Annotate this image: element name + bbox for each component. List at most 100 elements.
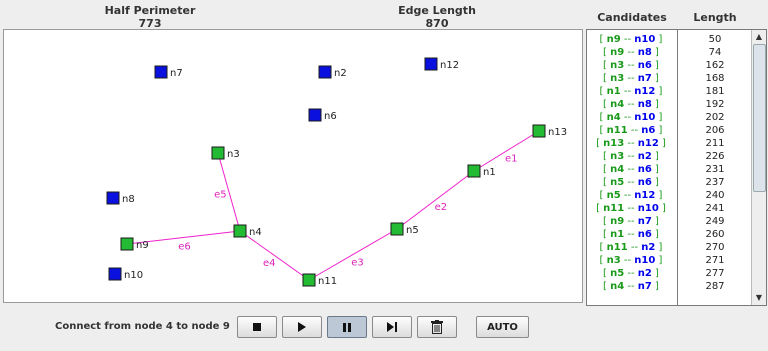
candidate-from: n4 — [606, 112, 621, 123]
candidate-length: 260 — [705, 229, 725, 240]
candidate-to: n6 — [637, 60, 652, 71]
candidate-length: 240 — [705, 190, 725, 201]
candidate-length: 74 — [708, 47, 722, 58]
node-n3[interactable] — [211, 146, 225, 160]
candidate-length: 231 — [705, 164, 725, 175]
candidate-from: n5 — [610, 177, 625, 188]
edge-label-e3: e3 — [351, 257, 364, 268]
node-n4[interactable] — [233, 224, 247, 238]
candidate-from: n9 — [610, 47, 625, 58]
node-n13[interactable] — [532, 124, 546, 138]
list-item[interactable]: [ n3 -- n7 ] 168 — [587, 72, 751, 85]
node-label-n12: n12 — [440, 60, 459, 71]
list-item[interactable]: [ n1 -- n6 ] 260 — [587, 228, 751, 241]
play-button[interactable] — [282, 316, 322, 338]
candidate-to: n10 — [634, 255, 656, 266]
delete-button[interactable] — [417, 316, 457, 338]
node-label-n2: n2 — [334, 68, 347, 79]
auto-button[interactable]: AUTO — [476, 316, 529, 338]
list-item[interactable]: [ n5 -- n6 ] 237 — [587, 176, 751, 189]
list-item[interactable]: [ n4 -- n8 ] 192 — [587, 98, 751, 111]
half-perimeter-header: Half Perimeter 773 — [90, 4, 210, 30]
edge-e1 — [473, 130, 540, 172]
stop-button[interactable] — [237, 316, 277, 338]
node-label-n11: n11 — [318, 276, 337, 287]
list-item[interactable]: [ n11 -- n2 ] 270 — [587, 241, 751, 254]
scroll-up-icon[interactable]: ▲ — [752, 31, 766, 43]
candidate-to: n10 — [637, 203, 659, 214]
vertical-scrollbar[interactable]: ▲ ▼ — [751, 30, 766, 305]
node-n6[interactable] — [308, 108, 322, 122]
graph-svg: e1 e2 e3 e4 e5 e6 n7 n2 n12 n6 n3 n13 n1 n8 n9 n4 n5 n10 n… — [106, 57, 567, 287]
node-label-n8: n8 — [122, 194, 135, 205]
candidate-length: 192 — [705, 99, 725, 110]
node-label-n9: n9 — [136, 240, 149, 251]
scroll-down-icon[interactable]: ▼ — [752, 292, 766, 304]
list-item[interactable]: [ n4 -- n10 ] 202 — [587, 111, 751, 124]
list-item[interactable]: [ n5 -- n12 ] 240 — [587, 189, 751, 202]
node-n11[interactable] — [302, 273, 316, 287]
pause-button[interactable] — [327, 316, 367, 338]
list-item[interactable]: [ n9 -- n7 ] 249 — [587, 215, 751, 228]
candidate-to: n7 — [637, 216, 652, 227]
edge-label-e1: e1 — [505, 154, 518, 165]
node-n8[interactable] — [106, 191, 120, 205]
node-n10[interactable] — [108, 267, 122, 281]
candidate-from: n3 — [606, 255, 621, 266]
candidate-to: n8 — [637, 99, 652, 110]
candidate-from: n5 — [610, 268, 625, 279]
candidate-pair: [ n9 -- n7 ] — [603, 216, 659, 227]
candidate-from: n11 — [606, 242, 628, 253]
candidate-length: 249 — [705, 216, 725, 227]
list-item[interactable]: [ n4 -- n6 ] 231 — [587, 163, 751, 176]
candidate-to: n6 — [637, 229, 652, 240]
candidate-length: 202 — [705, 112, 725, 123]
candidate-pair: [ n4 -- n8 ] — [603, 99, 659, 110]
node-n1[interactable] — [467, 164, 481, 178]
list-item[interactable]: [ n3 -- n6 ] 162 — [587, 59, 751, 72]
graph-canvas[interactable]: e1 e2 e3 e4 e5 e6 n7 n2 n12 n6 n3 n13 n1 n8 n9 n4 n5 n10 n… — [3, 29, 583, 303]
play-icon — [298, 322, 306, 332]
list-item[interactable]: [ n3 -- n10 ] 271 — [587, 254, 751, 267]
step-forward-button[interactable] — [372, 316, 412, 338]
node-n5[interactable] — [390, 222, 404, 236]
candidate-to: n7 — [637, 73, 652, 84]
scroll-thumb[interactable] — [753, 44, 766, 192]
list-item[interactable]: [ n11 -- n10 ] 241 — [587, 202, 751, 215]
candidates-list[interactable]: [ n9 -- n10 ] 50[ n9 -- n8 ] 74[ n3 -- n6 … — [586, 29, 767, 306]
candidate-pair: [ n9 -- n10 ] — [599, 34, 663, 45]
status-message: Connect from node 4 to node 9 — [55, 321, 230, 332]
candidate-length: 277 — [705, 268, 725, 279]
node-label-n4: n4 — [249, 227, 262, 238]
candidate-pair: [ n11 -- n2 ] — [599, 242, 663, 253]
edge-e2 — [396, 170, 475, 230]
candidate-from: n3 — [610, 151, 625, 162]
list-item[interactable]: [ n9 -- n10 ] 50 — [587, 33, 751, 46]
candidate-to: n2 — [637, 268, 652, 279]
node-n2[interactable] — [318, 65, 332, 79]
list-item[interactable]: [ n13 -- n12 ] 211 — [587, 137, 751, 150]
list-item[interactable]: [ n9 -- n8 ] 74 — [587, 46, 751, 59]
node-label-n10: n10 — [124, 270, 143, 281]
list-item[interactable]: [ n3 -- n2 ] 226 — [587, 150, 751, 163]
list-item[interactable]: [ n4 -- n7 ] 287 — [587, 280, 751, 293]
candidate-to: n12 — [634, 86, 656, 97]
list-item[interactable]: [ n11 -- n6 ] 206 — [587, 124, 751, 137]
candidate-length: 270 — [705, 242, 725, 253]
list-item[interactable]: [ n1 -- n12 ] 181 — [587, 85, 751, 98]
node-n7[interactable] — [154, 65, 168, 79]
candidate-from: n3 — [610, 60, 625, 71]
candidate-length: 241 — [705, 203, 725, 214]
trash-icon — [431, 320, 443, 334]
candidate-length: 162 — [705, 60, 725, 71]
list-item[interactable]: [ n5 -- n2 ] 277 — [587, 267, 751, 280]
candidate-pair: [ n9 -- n8 ] — [603, 47, 659, 58]
node-n12[interactable] — [424, 57, 438, 71]
candidate-pair: [ n3 -- n2 ] — [603, 151, 659, 162]
candidate-pair: [ n1 -- n12 ] — [599, 86, 663, 97]
candidate-from: n5 — [606, 190, 621, 201]
node-n9[interactable] — [120, 237, 134, 251]
candidate-length: 168 — [705, 73, 725, 84]
candidate-to: n6 — [637, 177, 652, 188]
candidate-to: n7 — [637, 281, 652, 292]
